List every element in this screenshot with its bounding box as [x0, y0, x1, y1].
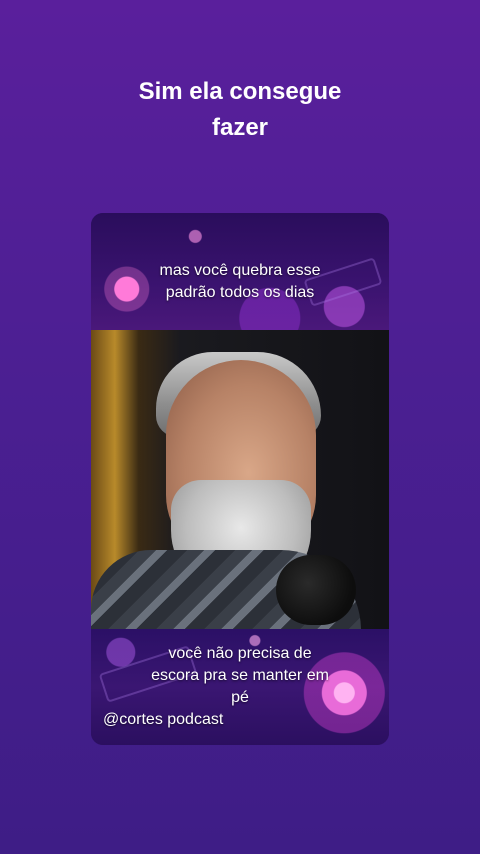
- subtitle-bottom-line-2: escora pra se manter em: [151, 667, 329, 684]
- channel-watermark: @cortes podcast: [103, 711, 224, 728]
- subtitle-bottom-line-1: você não precisa de: [168, 645, 312, 662]
- post-headline: Sim ela consegue fazer: [0, 74, 480, 146]
- subtitle-top: mas você quebra esse padrão todos os dia…: [91, 260, 389, 304]
- subtitle-top-line-1: mas você quebra esse: [159, 262, 321, 279]
- video-card[interactable]: mas você quebra esse padrão todos os dia…: [91, 213, 389, 745]
- headline-line-2: fazer: [211, 114, 269, 141]
- microphone: [276, 555, 356, 625]
- headline-line-1: Sim ela consegue: [138, 78, 342, 105]
- subtitle-bottom: você não precisa de escora pra se manter…: [91, 643, 389, 709]
- subtitle-bottom-line-3: pé: [231, 689, 249, 706]
- subtitle-top-line-2: padrão todos os dias: [165, 284, 315, 301]
- video-frame[interactable]: [91, 330, 389, 629]
